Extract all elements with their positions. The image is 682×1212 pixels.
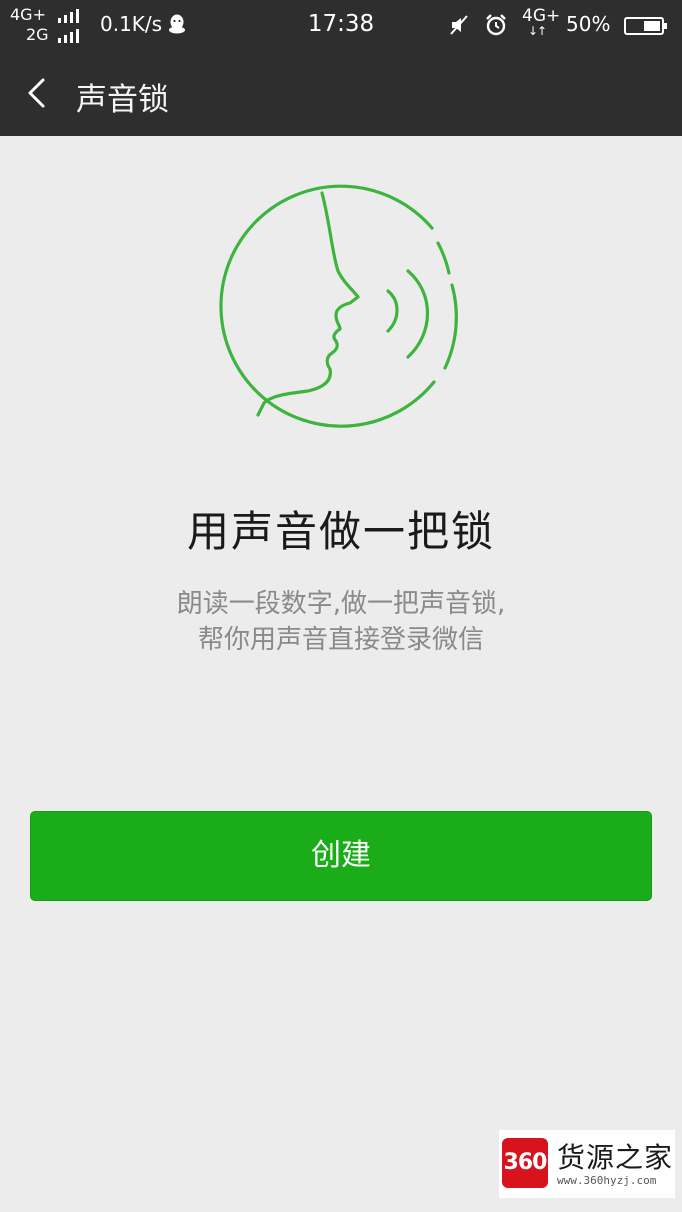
watermark-url: www.360hyzj.com	[557, 1174, 657, 1187]
voice-face-icon	[219, 184, 458, 428]
title-bar: 声音锁	[0, 50, 682, 136]
data-arrows-icon: ↓↑	[528, 24, 547, 38]
watermark: 360 货源之家 www.360hyzj.com	[499, 1130, 675, 1198]
battery-percent: 50%	[566, 12, 611, 36]
back-arrow-icon[interactable]	[14, 68, 64, 118]
battery-icon	[624, 17, 667, 35]
watermark-logo: 360	[502, 1138, 548, 1188]
watermark-name: 货源之家	[557, 1141, 674, 1174]
alarm-icon	[486, 14, 506, 36]
headline: 用声音做一把锁	[186, 507, 495, 556]
network-type-right: 4G+	[522, 6, 561, 26]
description-line-1: 朗读一段数字,做一把声音锁,	[176, 589, 506, 619]
create-button[interactable]: 创建	[30, 811, 652, 901]
mute-icon	[450, 15, 468, 35]
status-bar: 4G+ 2G 0.1K/s 17:38 4G+ ↓↑ 50%	[0, 0, 682, 50]
description-line-2: 帮你用声音直接登录微信	[197, 625, 484, 655]
description: 朗读一段数字,做一把声音锁, 帮你用声音直接登录微信	[0, 586, 682, 658]
status-icons-right: 4G+ ↓↑ 50%	[442, 6, 672, 44]
page-title: 声音锁	[76, 82, 169, 118]
